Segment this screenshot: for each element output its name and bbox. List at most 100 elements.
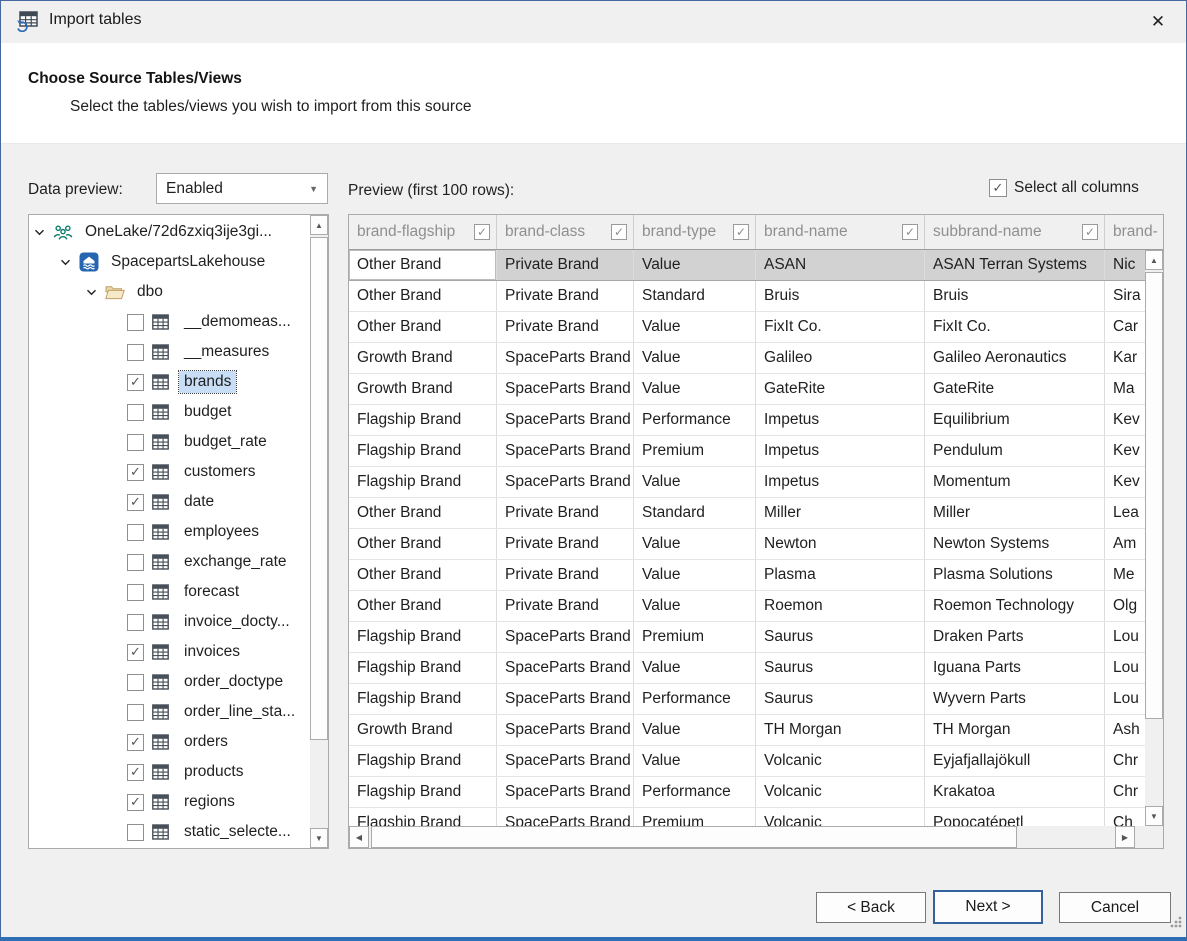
tree-item-date[interactable]: ✓date <box>29 487 310 517</box>
table-cell[interactable]: Value <box>634 591 756 621</box>
tree-item-budget[interactable]: budget <box>29 397 310 427</box>
tree-item-orders[interactable]: ✓orders <box>29 727 310 757</box>
table-cell[interactable]: Plasma <box>756 560 925 590</box>
table-cell[interactable]: Volcanic <box>756 777 925 807</box>
table-row[interactable]: Other BrandPrivate BrandValueASANASAN Te… <box>349 250 1164 281</box>
table-cell[interactable]: Private Brand <box>497 591 634 621</box>
table-row[interactable]: Flagship BrandSpaceParts BrandPremiumImp… <box>349 436 1164 467</box>
tree-item-customers[interactable]: ✓customers <box>29 457 310 487</box>
table-cell[interactable]: Value <box>634 715 756 745</box>
column-checkbox[interactable]: ✓ <box>902 224 918 240</box>
table-cell[interactable]: Wyvern Parts <box>925 684 1105 714</box>
table-cell[interactable]: Other Brand <box>349 529 497 559</box>
tree-item-brands[interactable]: ✓brands <box>29 367 310 397</box>
table-cell[interactable]: Value <box>634 374 756 404</box>
chevron-down-icon[interactable] <box>85 286 98 299</box>
table-cell[interactable]: Flagship Brand <box>349 684 497 714</box>
chevron-down-icon[interactable] <box>33 226 46 239</box>
back-button[interactable]: < Back <box>816 892 926 923</box>
select-all-checkbox[interactable]: ✓ <box>989 179 1007 197</box>
tree-item-checkbox[interactable]: ✓ <box>127 644 144 661</box>
tree-item-checkbox[interactable]: ✓ <box>127 464 144 481</box>
table-cell[interactable]: SpaceParts Brand <box>497 653 634 683</box>
table-cell[interactable]: Performance <box>634 777 756 807</box>
cancel-button[interactable]: Cancel <box>1059 892 1171 923</box>
tree-item-checkbox[interactable] <box>127 524 144 541</box>
table-cell[interactable]: Other Brand <box>349 498 497 528</box>
tree-item-checkbox[interactable] <box>127 344 144 361</box>
table-cell[interactable]: Volcanic <box>756 746 925 776</box>
tree-item-checkbox[interactable] <box>127 554 144 571</box>
table-cell[interactable]: Eyjafjallajökull <box>925 746 1105 776</box>
tree-item-checkbox[interactable]: ✓ <box>127 374 144 391</box>
table-row[interactable]: Other BrandPrivate BrandValuePlasmaPlasm… <box>349 560 1164 591</box>
tree-scrollbar[interactable]: ▲ ▼ <box>310 215 328 848</box>
table-row[interactable]: Growth BrandSpaceParts BrandValueGalileo… <box>349 343 1164 374</box>
tree-item-checkbox[interactable]: ✓ <box>127 494 144 511</box>
table-cell[interactable]: Saurus <box>756 622 925 652</box>
tree-item-checkbox[interactable] <box>127 674 144 691</box>
table-cell[interactable]: FixIt Co. <box>756 312 925 342</box>
table-cell[interactable]: Private Brand <box>497 281 634 311</box>
tree-item-employees[interactable]: employees <box>29 517 310 547</box>
resize-grip-icon[interactable] <box>1168 914 1183 934</box>
grid-vertical-scrollbar[interactable]: ▲ ▼ <box>1145 250 1163 826</box>
table-cell[interactable]: Draken Parts <box>925 622 1105 652</box>
tree-item-checkbox[interactable] <box>127 314 144 331</box>
column-checkbox[interactable]: ✓ <box>474 224 490 240</box>
table-cell[interactable]: Premium <box>634 622 756 652</box>
table-cell[interactable]: SpaceParts Brand <box>497 374 634 404</box>
table-cell[interactable]: Value <box>634 250 756 280</box>
table-row[interactable]: Growth BrandSpaceParts BrandValueGateRit… <box>349 374 1164 405</box>
table-cell[interactable]: Flagship Brand <box>349 746 497 776</box>
tree-item-checkbox[interactable]: ✓ <box>127 794 144 811</box>
table-cell[interactable]: Value <box>634 560 756 590</box>
select-all-columns[interactable]: ✓ Select all columns <box>989 179 1139 197</box>
table-cell[interactable]: SpaceParts Brand <box>497 777 634 807</box>
scroll-up-icon[interactable]: ▲ <box>310 215 328 235</box>
scroll-down-icon[interactable]: ▼ <box>310 828 328 848</box>
table-row[interactable]: Flagship BrandSpaceParts BrandValueImpet… <box>349 467 1164 498</box>
column-header-brand-flagship[interactable]: brand-flagship✓ <box>349 215 497 249</box>
column-checkbox[interactable]: ✓ <box>733 224 749 240</box>
table-cell[interactable]: Value <box>634 467 756 497</box>
scrollbar-thumb[interactable] <box>1145 272 1163 719</box>
table-cell[interactable]: Plasma Solutions <box>925 560 1105 590</box>
scrollbar-thumb[interactable] <box>371 826 1017 848</box>
table-cell[interactable]: Galileo Aeronautics <box>925 343 1105 373</box>
table-cell[interactable]: Value <box>634 343 756 373</box>
table-cell[interactable]: Flagship Brand <box>349 467 497 497</box>
column-checkbox[interactable]: ✓ <box>1082 224 1098 240</box>
scroll-down-icon[interactable]: ▼ <box>1145 806 1163 826</box>
tree-item-checkbox[interactable]: ✓ <box>127 734 144 751</box>
tree-item-checkbox[interactable] <box>127 404 144 421</box>
tree-item-partial[interactable] <box>29 847 310 849</box>
table-row[interactable]: Flagship BrandSpaceParts BrandValueSauru… <box>349 653 1164 684</box>
table-cell[interactable]: Private Brand <box>497 312 634 342</box>
table-row[interactable]: Flagship BrandSpaceParts BrandPerformanc… <box>349 405 1164 436</box>
table-row[interactable]: Flagship BrandSpaceParts BrandPerformanc… <box>349 777 1164 808</box>
table-cell[interactable]: Galileo <box>756 343 925 373</box>
chevron-down-icon[interactable] <box>59 256 72 269</box>
tree-item-budget_rate[interactable]: budget_rate <box>29 427 310 457</box>
column-header-brand-name[interactable]: brand-name✓ <box>756 215 925 249</box>
table-cell[interactable]: Pendulum <box>925 436 1105 466</box>
table-cell[interactable]: Other Brand <box>349 312 497 342</box>
close-icon[interactable]: ✕ <box>1144 8 1172 36</box>
tree-item-order_line_sta[interactable]: order_line_sta... <box>29 697 310 727</box>
table-cell[interactable]: Premium <box>634 436 756 466</box>
table-cell[interactable]: Roemon <box>756 591 925 621</box>
tree-item-spacepartslakehouse[interactable]: SpacepartsLakehouse <box>29 247 310 277</box>
table-cell[interactable]: Private Brand <box>497 529 634 559</box>
table-cell[interactable]: Private Brand <box>497 250 634 280</box>
table-row[interactable]: Growth BrandSpaceParts BrandValueTH Morg… <box>349 715 1164 746</box>
table-cell[interactable]: Growth Brand <box>349 374 497 404</box>
table-cell[interactable]: SpaceParts Brand <box>497 343 634 373</box>
table-cell[interactable]: Bruis <box>756 281 925 311</box>
tree-item-dbo[interactable]: dbo <box>29 277 310 307</box>
tree-item-checkbox[interactable] <box>127 584 144 601</box>
table-row[interactable]: Flagship BrandSpaceParts BrandPremiumSau… <box>349 622 1164 653</box>
table-cell[interactable]: Flagship Brand <box>349 436 497 466</box>
next-button[interactable]: Next > <box>933 890 1043 924</box>
data-preview-dropdown[interactable]: Enabled ▼ <box>156 173 328 204</box>
